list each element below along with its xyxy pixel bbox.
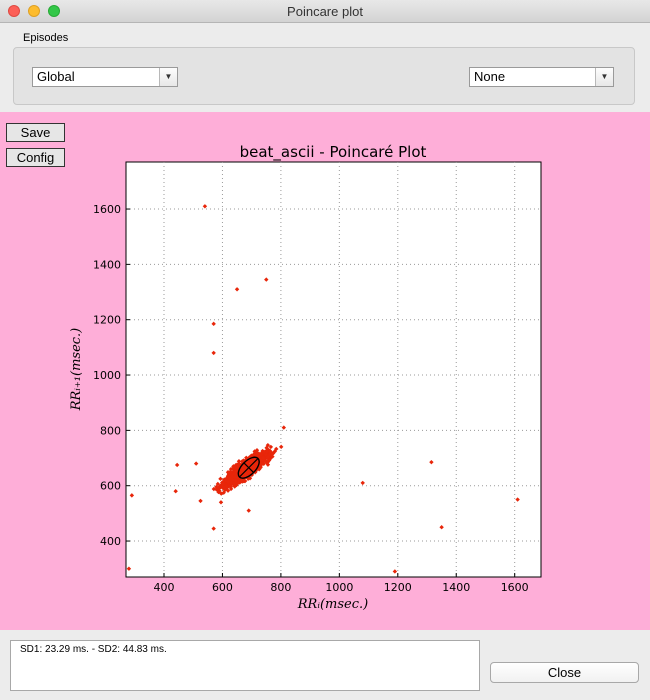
y-tick-label: 800 <box>100 424 121 437</box>
x-tick-label: 1600 <box>501 581 529 594</box>
chart-title: beat_ascii - Poincaré Plot <box>240 143 427 162</box>
x-tick-label: 600 <box>212 581 233 594</box>
y-axis-label: RRᵢ₊₁(msec.) <box>69 328 84 412</box>
x-axis-label: RRᵢ(msec.) <box>297 597 368 612</box>
stats-text: SD1: 23.29 ms. - SD2: 44.83 ms. <box>20 644 167 655</box>
y-tick-label: 1600 <box>93 203 121 216</box>
stats-box: SD1: 23.29 ms. - SD2: 44.83 ms. <box>10 640 480 691</box>
x-tick-label: 1400 <box>442 581 470 594</box>
y-tick-label: 1000 <box>93 369 121 382</box>
y-tick-label: 1200 <box>93 314 121 327</box>
y-tick-label: 400 <box>100 535 121 548</box>
y-tick-label: 600 <box>100 480 121 493</box>
x-tick-label: 400 <box>153 581 174 594</box>
poincare-chart: 400 600 800 1000 1200 1400 1600 400 600 800 1000 12… <box>69 143 542 612</box>
plot-area <box>125 161 542 578</box>
x-tick-label: 1000 <box>325 581 353 594</box>
x-tick-label: 1200 <box>384 581 412 594</box>
x-tick-label: 800 <box>270 581 291 594</box>
close-button[interactable]: Close <box>490 662 639 683</box>
y-tick-label: 1400 <box>93 258 121 271</box>
